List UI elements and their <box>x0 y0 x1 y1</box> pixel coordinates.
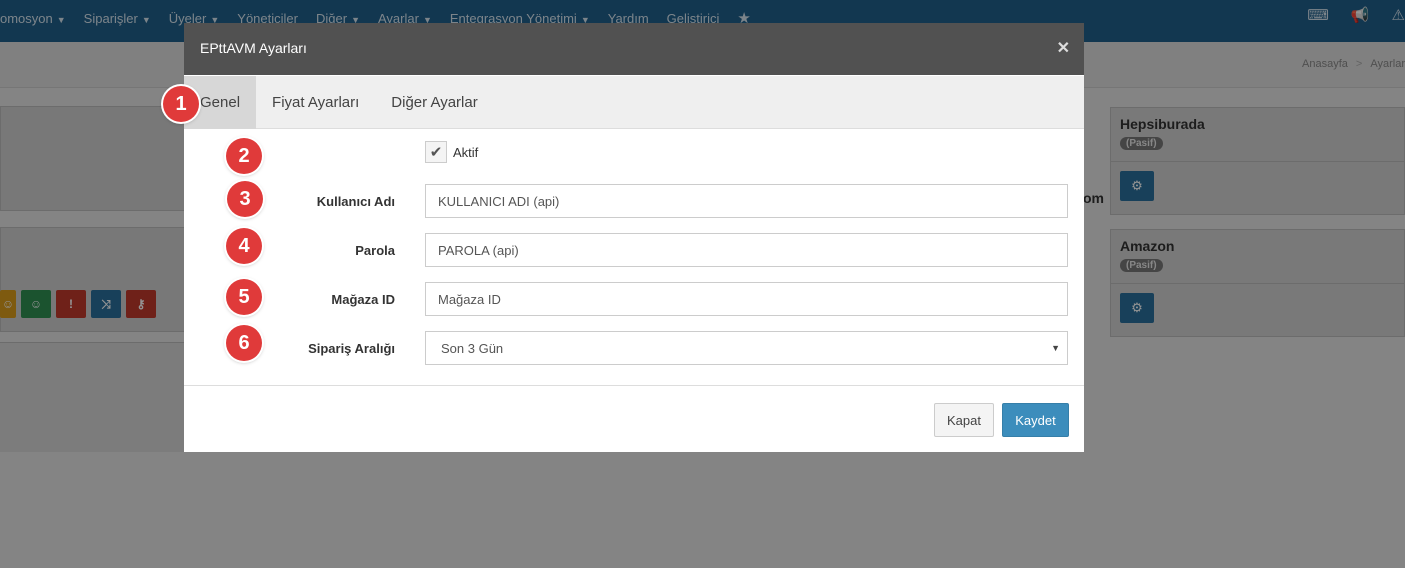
step-marker-2: 2 <box>226 138 262 174</box>
password-input[interactable] <box>425 233 1068 267</box>
tab-diger-ayarlar[interactable]: Diğer Ayarlar <box>375 76 493 129</box>
tab-bar: Genel Fiyat Ayarları Diğer Ayarlar <box>184 76 1084 129</box>
save-button[interactable]: Kaydet <box>1002 403 1069 437</box>
close-icon[interactable]: ✕ <box>1057 38 1070 58</box>
modal-header: EPttAVM Ayarları ✕ <box>184 23 1084 75</box>
step-marker-3: 3 <box>227 181 263 217</box>
settings-modal: EPttAVM Ayarları ✕ Genel Fiyat Ayarları … <box>184 23 1084 452</box>
step-marker-4: 4 <box>226 228 262 264</box>
username-input[interactable] <box>425 184 1068 218</box>
active-checkbox-label[interactable]: Aktif <box>453 145 478 160</box>
store-id-input[interactable] <box>425 282 1068 316</box>
active-checkbox-group[interactable]: ✔ Aktif <box>425 141 478 163</box>
modal-title: EPttAVM Ayarları <box>200 40 307 56</box>
checkmark-icon: ✔ <box>429 144 443 161</box>
close-button[interactable]: Kapat <box>934 403 994 437</box>
step-marker-5: 5 <box>226 279 262 315</box>
step-marker-1: 1 <box>163 86 199 122</box>
order-range-select[interactable]: Son 3 Gün ▼ <box>425 331 1068 365</box>
step-marker-6: 6 <box>226 325 262 361</box>
dropdown-arrow-icon: ▼ <box>1051 343 1060 353</box>
settings-form: ✔ Aktif Kullanıcı Adı Parola Mağaza ID S… <box>184 130 1084 386</box>
order-range-label: Sipariş Aralığı <box>308 341 395 356</box>
username-label: Kullanıcı Adı <box>316 194 395 209</box>
tab-fiyat-ayarlari[interactable]: Fiyat Ayarları <box>256 76 375 129</box>
order-range-selected: Son 3 Gün <box>441 340 504 356</box>
password-label: Parola <box>355 243 395 258</box>
active-checkbox[interactable]: ✔ <box>425 141 447 163</box>
store-id-label: Mağaza ID <box>331 292 395 307</box>
